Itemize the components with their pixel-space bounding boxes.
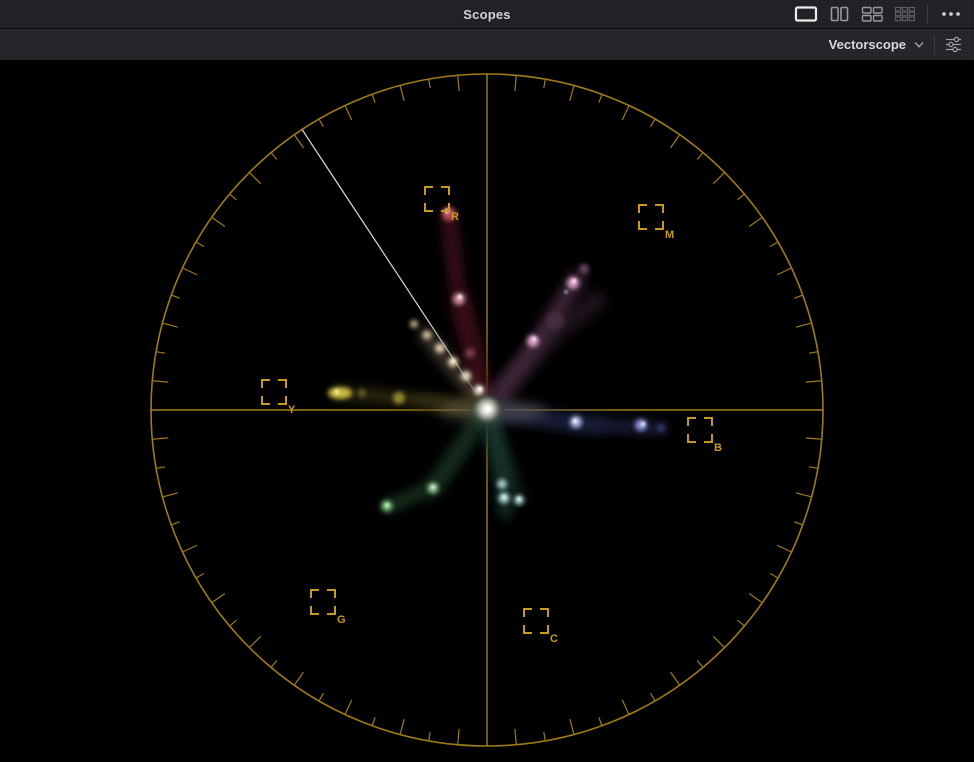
magenta-arm-fog — [487, 301, 596, 410]
target-label-B: B — [714, 442, 722, 454]
layout-grid-icon — [894, 5, 916, 23]
scope-settings-button[interactable] — [940, 34, 967, 55]
target-label-M: M — [665, 229, 674, 241]
scope-area: R M Y B G C — [0, 60, 974, 762]
target-box-C — [524, 609, 548, 633]
layout-quad-icon — [860, 5, 884, 23]
trace — [328, 207, 665, 513]
target-box-R — [425, 187, 449, 211]
layout-quad-button[interactable] — [856, 3, 888, 25]
titlebar: Scopes — [0, 0, 974, 29]
sliders-icon — [944, 36, 963, 53]
layout-dual-icon — [829, 5, 850, 23]
vectorscope-display: R M Y B G C — [0, 60, 974, 762]
scope-mode-label: Vectorscope — [829, 37, 906, 52]
titlebar-actions — [789, 3, 974, 25]
target-label-R: R — [451, 211, 459, 223]
target-label-Y: Y — [288, 404, 296, 416]
toolbar-separator — [934, 36, 935, 54]
target-label-G: G — [337, 614, 346, 626]
layout-single-button[interactable] — [789, 3, 823, 25]
green-arm-fog — [430, 410, 487, 491]
target-box-G — [311, 590, 335, 614]
scope-toolbar: Vectorscope — [0, 29, 974, 60]
layout-grid-button[interactable] — [890, 3, 920, 25]
target-box-Y — [262, 380, 286, 404]
scopes-window: Scopes — [0, 0, 974, 761]
layout-dual-button[interactable] — [825, 3, 854, 25]
chevron-down-icon — [913, 41, 925, 49]
target-box-M — [639, 205, 663, 229]
titlebar-separator — [927, 5, 928, 23]
layout-single-icon — [793, 5, 819, 23]
ellipsis-icon — [939, 9, 963, 19]
more-options-button[interactable] — [935, 7, 967, 21]
scope-mode-dropdown[interactable]: Vectorscope — [825, 35, 929, 54]
target-label-C: C — [550, 633, 558, 645]
target-box-B — [688, 418, 712, 442]
